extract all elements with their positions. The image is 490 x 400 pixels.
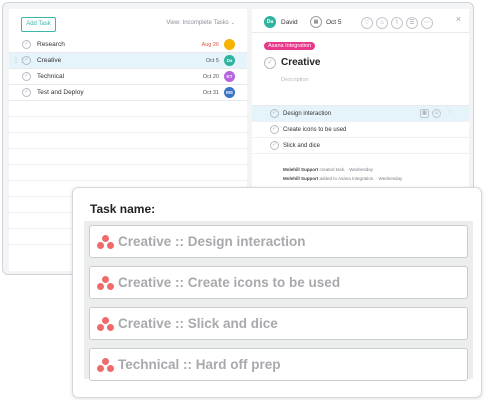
picker-list: Creative :: Design interaction Creative … bbox=[84, 221, 473, 381]
close-icon[interactable]: × bbox=[456, 14, 461, 24]
picker-option[interactable]: Creative :: Create icons to be used bbox=[89, 266, 468, 299]
asana-logo-icon bbox=[97, 235, 114, 250]
picker-option-label: Creative :: Slick and dice bbox=[118, 316, 278, 331]
subtask-name: Create icons to be used bbox=[283, 127, 347, 133]
empty-row[interactable] bbox=[9, 165, 247, 181]
add-task-button[interactable]: Add Task bbox=[21, 17, 56, 32]
heart-icon[interactable]: ♡ bbox=[361, 17, 373, 29]
comment-icon[interactable]: ◌ bbox=[446, 109, 455, 118]
task-due-date: Oct 31 bbox=[202, 90, 219, 96]
activity-feed: Molehill Support created task. · Wednesd… bbox=[283, 165, 402, 183]
task-row[interactable]: ⋮⋮ ✓ Creative Oct 5 Da bbox=[9, 53, 247, 69]
task-name: Technical bbox=[37, 73, 65, 80]
picker-option[interactable]: Creative :: Design interaction bbox=[89, 225, 468, 258]
subtask-row[interactable]: ✓ Create icons to be used bbox=[252, 122, 469, 138]
subtask-name: Design interaction bbox=[283, 111, 332, 117]
empty-row[interactable] bbox=[9, 117, 247, 133]
empty-row[interactable] bbox=[9, 101, 247, 117]
asana-logo-icon bbox=[97, 276, 114, 291]
avatar[interactable]: Da bbox=[264, 16, 276, 28]
check-icon[interactable]: ✓ bbox=[270, 125, 279, 134]
activity-item: Molehill Support created task. · Wednesd… bbox=[283, 167, 373, 172]
avatar[interactable]: MS bbox=[224, 87, 235, 98]
task-title[interactable]: Creative bbox=[281, 57, 320, 68]
task-name: Creative bbox=[37, 57, 62, 64]
task-name: Research bbox=[37, 41, 65, 48]
avatar[interactable]: KT bbox=[224, 71, 235, 82]
task-due-date: Aug 26 bbox=[201, 42, 219, 48]
task-name-picker: Task name: Creative :: Design interactio… bbox=[72, 187, 482, 398]
task-name: Test and Deploy bbox=[37, 89, 84, 96]
task-row[interactable]: ✓ Research Aug 26 bbox=[9, 37, 247, 53]
check-icon[interactable]: ✓ bbox=[270, 141, 279, 150]
picker-label: Task name: bbox=[90, 202, 156, 216]
check-icon[interactable]: ✓ bbox=[264, 57, 276, 69]
detail-header: Da David ▦ Oct 5 ♡ ⌂ ⌇ ☰ ⋯ × bbox=[252, 9, 469, 33]
due-date[interactable]: Oct 5 bbox=[326, 19, 342, 26]
picker-option-label: Creative :: Create icons to be used bbox=[118, 275, 341, 290]
assignee-name[interactable]: David bbox=[281, 19, 298, 26]
calendar-icon[interactable]: ▦ bbox=[420, 109, 429, 118]
empty-row[interactable] bbox=[9, 133, 247, 149]
view-filter-label: View: Incomplete Tasks bbox=[166, 20, 229, 26]
task-due-date: Oct 5 bbox=[205, 58, 219, 64]
more-icon[interactable]: ⋯ bbox=[421, 17, 433, 29]
tag-icon[interactable]: ⌂ bbox=[376, 17, 388, 29]
calendar-icon[interactable]: ▦ bbox=[310, 16, 322, 28]
check-icon[interactable]: ✓ bbox=[22, 56, 31, 65]
subtask-icon[interactable]: ☰ bbox=[406, 17, 418, 29]
empty-row[interactable] bbox=[9, 149, 247, 165]
check-icon[interactable]: ✓ bbox=[22, 72, 31, 81]
task-row[interactable]: ✓ Technical Oct 20 KT bbox=[9, 69, 247, 85]
subtask-row[interactable]: ✓ Design interaction ▦ ☺ ◌ bbox=[252, 106, 469, 122]
asana-logo-icon bbox=[97, 317, 114, 332]
check-icon[interactable]: ✓ bbox=[22, 40, 31, 49]
subtask-list: ✓ Design interaction ▦ ☺ ◌ ✓ Create icon… bbox=[252, 105, 469, 154]
picker-option-label: Technical :: Hard off prep bbox=[118, 357, 281, 372]
avatar[interactable]: Da bbox=[224, 55, 235, 66]
project-tag[interactable]: Asana Integration bbox=[264, 42, 316, 50]
asana-logo-icon bbox=[97, 358, 114, 373]
picker-option-label: Creative :: Design interaction bbox=[118, 234, 306, 249]
task-due-date: Oct 20 bbox=[202, 74, 219, 80]
chevron-down-icon: ⌄ bbox=[230, 20, 235, 26]
picker-option[interactable]: Technical :: Hard off prep bbox=[89, 348, 468, 381]
avatar[interactable] bbox=[224, 39, 235, 50]
check-icon[interactable]: ✓ bbox=[22, 88, 31, 97]
subtask-name: Slick and dice bbox=[283, 143, 321, 149]
attachment-icon[interactable]: ⌇ bbox=[391, 17, 403, 29]
activity-item: Molehill Support added to Asana Integrat… bbox=[283, 176, 403, 181]
check-icon[interactable]: ✓ bbox=[270, 109, 279, 118]
subtask-row[interactable]: ✓ Slick and dice bbox=[252, 138, 469, 154]
view-filter-dropdown[interactable]: View: Incomplete Tasks ⌄ bbox=[166, 20, 235, 26]
description-field[interactable]: Description bbox=[281, 77, 309, 83]
assignee-icon[interactable]: ☺ bbox=[432, 109, 441, 118]
task-row[interactable]: ✓ Test and Deploy Oct 31 MS bbox=[9, 85, 247, 101]
picker-option[interactable]: Creative :: Slick and dice bbox=[89, 307, 468, 340]
